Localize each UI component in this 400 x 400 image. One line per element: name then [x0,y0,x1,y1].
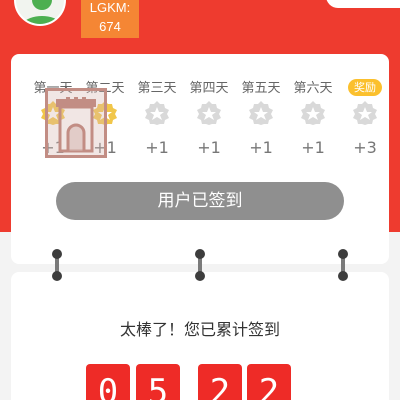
summary-text: 太棒了！您已累计签到 [119,320,280,339]
digit-box: 5 [136,364,180,400]
day-points-4: +1 [197,138,221,157]
bonus-points: +3 [353,138,377,157]
checkin-card: 第一天 第二天 第三天 第四天 第五天 第六天 奖励 +1 +1 +1 +1 +… [11,54,389,264]
castle-badge-icon [45,88,107,158]
digit-box: 0 [86,364,130,400]
day-label-4: 第四天 [189,81,229,96]
day-label-6: 第六天 [293,81,333,96]
right-header-pill[interactable]: 1 4 [326,0,400,8]
day-label-5: 第五天 [241,81,281,96]
summary-card: 太棒了！您已累计签到 0 5 2 2 [11,272,389,400]
digit-box: 2 [198,364,242,400]
checkin-status-button[interactable]: 用户已签到 [56,182,344,220]
digit-box: 2 [247,364,291,400]
day-points-6: +1 [301,138,325,157]
medal-icon [145,101,169,125]
binder-ring-icon [338,249,348,281]
castle-icon [56,97,96,153]
medal-icon [301,101,325,125]
points-tag: LGKM: 674 [81,0,139,38]
bonus-label: 奖励 [348,79,382,96]
binder-ring-icon [195,249,205,281]
medal-icon [353,101,377,125]
medal-icon [197,101,221,125]
day-points-3: +1 [145,138,169,157]
day-label-3: 第三天 [137,81,177,96]
day-points-5: +1 [249,138,273,157]
binder-ring-icon [52,249,62,281]
medal-icon [249,101,273,125]
